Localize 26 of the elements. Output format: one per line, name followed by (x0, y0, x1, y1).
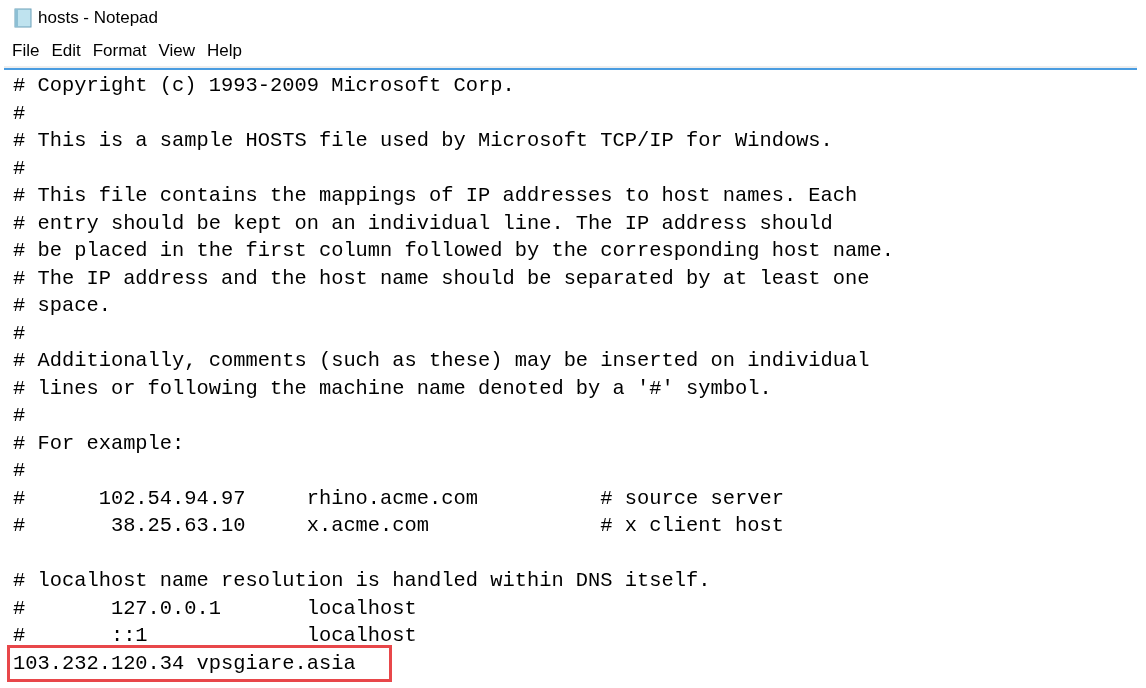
menu-item[interactable]: Format (92, 40, 159, 61)
menu-item[interactable]: View (158, 40, 208, 61)
text-line: # Copyright (c) 1993-2009 Microsoft Corp. (13, 73, 515, 99)
text-line: # be placed in the first column followed by the corresponding host name. (13, 238, 895, 264)
text-line: # 38.25.63.10 x.acme.com # x client host (13, 513, 784, 539)
text-line: # (13, 155, 26, 182)
text-line: # For example: (13, 430, 185, 457)
text-line: # 127.0.0.1 localhost (13, 595, 417, 622)
text-line: # (13, 100, 26, 127)
text-line: # entry should be kept on an individual line. The IP address should (13, 210, 833, 237)
text-line: # space. (13, 293, 111, 319)
notepad-icon (14, 7, 32, 28)
text-line: # The IP address and the host name should be separated by at least one (13, 265, 870, 292)
text-line: # (13, 320, 26, 347)
menu-item[interactable]: Help (207, 40, 255, 61)
text-line: # localhost name resolution is handled within DNS itself. (13, 568, 711, 594)
text-line: # Additionally, comments (such as these) may be inserted on individual (13, 348, 870, 374)
menu-item[interactable]: Edit (51, 40, 93, 61)
text-line: # (13, 458, 26, 484)
menu-item[interactable]: File (12, 40, 52, 61)
text-line: # (13, 403, 26, 429)
text-line: # This is a sample HOSTS file used by Microsoft TCP/IP for Windows. (13, 128, 833, 154)
text-line: # This file contains the mappings of IP addresses to host names. Each (13, 183, 858, 209)
text-line: # lines or following the machine name denoted by a '#' symbol. (13, 375, 772, 402)
text-line: # 102.54.94.97 rhino.acme.com # source server (13, 485, 784, 512)
window-title: hosts - Notepad (38, 7, 158, 28)
